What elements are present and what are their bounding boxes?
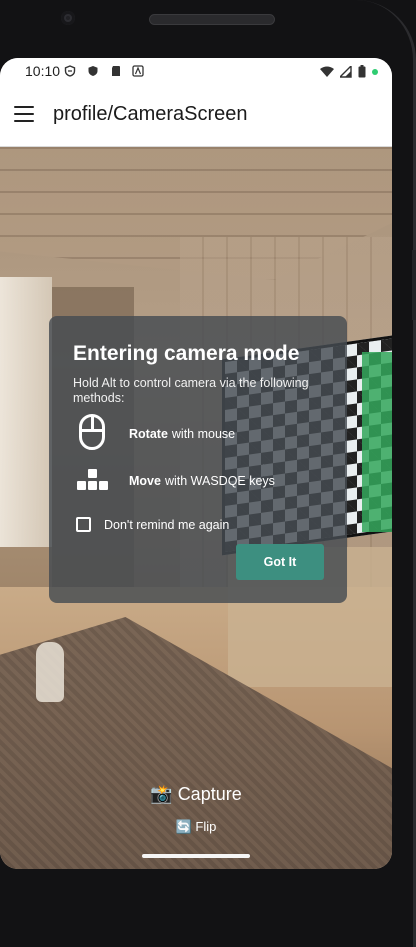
home-indicator[interactable] <box>142 854 250 858</box>
dialog-title: Entering camera mode <box>73 342 300 365</box>
rotate-instruction: Rotate with mouse <box>73 414 235 454</box>
hamburger-menu-icon[interactable] <box>14 106 34 122</box>
scene-green-stripe <box>362 352 392 532</box>
remind-checkbox-label: Don't remind me again <box>104 517 230 532</box>
camera-mode-dialog: Entering camera mode Hold Alt to control… <box>49 316 347 603</box>
dialog-description: Hold Alt to control camera via the follo… <box>73 376 309 405</box>
rotate-label: Rotate <box>129 427 168 441</box>
remind-checkbox[interactable] <box>76 517 91 532</box>
got-it-button[interactable]: Got It <box>236 544 324 580</box>
flip-label: Flip <box>195 819 217 834</box>
signal-icon <box>340 65 352 78</box>
page-title: profile/CameraScreen <box>53 103 248 125</box>
side-button <box>412 250 416 320</box>
mouse-icon <box>73 414 113 454</box>
shield-icon <box>88 66 98 76</box>
privacy-indicator-dot <box>372 68 378 75</box>
scene-window <box>0 277 52 547</box>
earpiece-speaker <box>149 14 275 25</box>
capture-button[interactable]: 📸 Capture <box>0 784 392 805</box>
wifi-icon <box>320 66 334 77</box>
move-text: with WASDQE keys <box>164 474 275 488</box>
battery-icon <box>358 65 366 78</box>
capture-label: Capture <box>177 784 242 804</box>
sd-card-icon <box>112 66 120 76</box>
phone-screen: 10:10 profile/CameraScreen Entering came… <box>0 58 392 869</box>
keyboard-keys-icon <box>73 461 113 501</box>
status-time: 10:10 <box>25 63 61 79</box>
scene-cat <box>36 642 64 702</box>
notification-a-icon <box>132 65 144 77</box>
flip-button[interactable]: 🔄 Flip <box>0 819 392 835</box>
move-label: Move <box>129 474 161 488</box>
rotate-text: with mouse <box>171 427 236 441</box>
remind-checkbox-row[interactable]: Don't remind me again <box>76 517 229 532</box>
status-bar: 10:10 <box>0 58 392 86</box>
app-bar: profile/CameraScreen <box>0 86 392 147</box>
camera-flash-icon: 📸 <box>150 784 173 805</box>
status-right-group <box>320 65 378 78</box>
move-instruction: Move with WASDQE keys <box>73 461 275 501</box>
front-camera-icon <box>61 11 75 25</box>
flip-arrows-icon: 🔄 <box>175 820 192 835</box>
vpn-shield-icon <box>64 65 76 77</box>
